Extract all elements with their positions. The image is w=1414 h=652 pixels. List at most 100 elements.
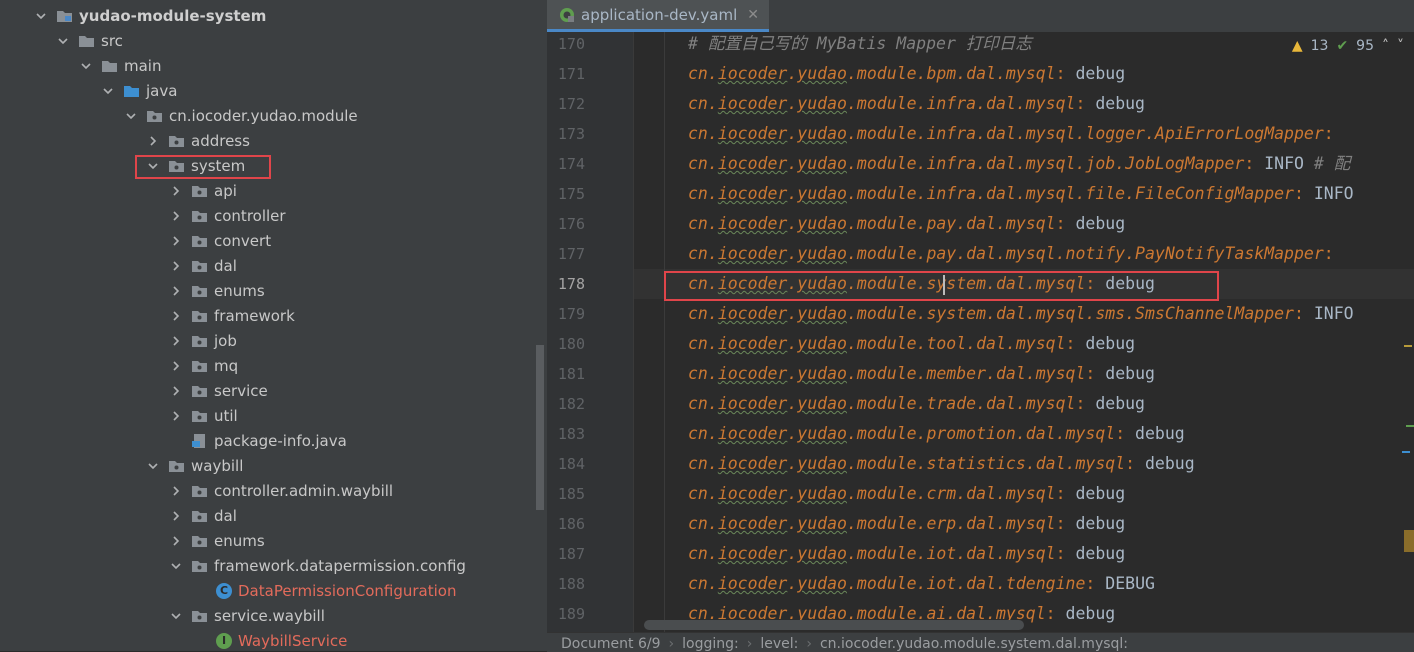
tree-node-dal[interactable]: dal bbox=[0, 253, 547, 278]
chevron-right-icon[interactable] bbox=[169, 309, 183, 323]
tree-label: framework bbox=[214, 306, 295, 325]
line-number: 173 bbox=[557, 125, 585, 143]
tree-node-service[interactable]: service bbox=[0, 378, 547, 403]
chevron-right-icon[interactable] bbox=[169, 534, 183, 548]
code-line[interactable]: cn.iocoder.yudao.module.iot.dal.tdengine… bbox=[688, 569, 1155, 599]
colon: : bbox=[1075, 394, 1086, 413]
code-line[interactable]: cn.iocoder.yudao.module.pay.dal.mysql.no… bbox=[688, 239, 1334, 269]
code-line[interactable]: cn.iocoder.yudao.module.infra.dal.mysql.… bbox=[688, 179, 1354, 209]
breadcrumb-item[interactable]: level: bbox=[760, 636, 798, 652]
tree-node-api[interactable]: api bbox=[0, 178, 547, 203]
chevron-right-icon[interactable] bbox=[169, 334, 183, 348]
tree-node-package-info[interactable]: package-info.java bbox=[0, 428, 547, 453]
tree-node-java[interactable]: java bbox=[0, 78, 547, 103]
chevron-right-icon[interactable] bbox=[169, 284, 183, 298]
chevron-down-icon[interactable] bbox=[34, 9, 48, 23]
tree-node-waybill-enums[interactable]: enums bbox=[0, 528, 547, 553]
chevron-right-icon[interactable] bbox=[169, 509, 183, 523]
tree-node-convert[interactable]: convert bbox=[0, 228, 547, 253]
code-line[interactable]: cn.iocoder.yudao.module.pay.dal.mysql: d… bbox=[688, 209, 1125, 239]
code-line[interactable]: cn.iocoder.yudao.module.bpm.dal.mysql: d… bbox=[688, 59, 1125, 89]
code-line[interactable]: # 配置自己写的 MyBatis Mapper 打印日志 bbox=[688, 29, 1032, 59]
chevron-right-icon[interactable] bbox=[169, 234, 183, 248]
chevron-right-icon[interactable] bbox=[146, 134, 160, 148]
chevron-down-icon[interactable] bbox=[56, 34, 70, 48]
tree-node-waybill-dal[interactable]: dal bbox=[0, 503, 547, 528]
tree-scrollbar[interactable] bbox=[536, 345, 544, 510]
tree-node-framework-datapermission-config[interactable]: framework.datapermission.config bbox=[0, 553, 547, 578]
package-icon bbox=[146, 109, 163, 123]
tree-node-service-waybill[interactable]: service.waybill bbox=[0, 603, 547, 628]
yaml-key: cn.iocoder.yudao.module.bpm.dal.mysql bbox=[688, 64, 1056, 83]
code-line[interactable]: cn.iocoder.yudao.module.iot.dal.mysql: d… bbox=[688, 539, 1125, 569]
tree-node-package[interactable]: cn.iocoder.yudao.module bbox=[0, 103, 547, 128]
horizontal-scrollbar[interactable] bbox=[644, 620, 1024, 630]
folder-icon bbox=[78, 34, 95, 48]
tree-node-src[interactable]: src bbox=[0, 28, 547, 53]
code-line[interactable]: cn.iocoder.yudao.module.trade.dal.mysql:… bbox=[688, 389, 1145, 419]
chevron-down-icon[interactable] bbox=[101, 84, 115, 98]
code-line[interactable]: cn.iocoder.yudao.module.erp.dal.mysql: d… bbox=[688, 509, 1125, 539]
package-icon bbox=[168, 459, 185, 473]
chevron-down-icon[interactable] bbox=[169, 559, 183, 573]
tree-node-job[interactable]: job bbox=[0, 328, 547, 353]
code-line[interactable]: cn.iocoder.yudao.module.infra.dal.mysql:… bbox=[688, 89, 1145, 119]
system-highlight-box bbox=[135, 155, 271, 179]
code-line[interactable]: cn.iocoder.yudao.module.system.dal.mysql… bbox=[688, 299, 1354, 329]
yaml-value: debug bbox=[1135, 454, 1195, 473]
chevron-up-icon[interactable]: ˄ bbox=[1382, 38, 1389, 54]
code-line[interactable]: cn.iocoder.yudao.module.member.dal.mysql… bbox=[688, 359, 1155, 389]
tree-label: WaybillService bbox=[238, 631, 348, 650]
code-line[interactable]: cn.iocoder.yudao.module.infra.dal.mysql.… bbox=[688, 149, 1350, 179]
package-icon bbox=[191, 334, 208, 348]
chevron-right-icon[interactable] bbox=[169, 384, 183, 398]
module-folder-icon bbox=[56, 9, 73, 23]
tree-node-util[interactable]: util bbox=[0, 403, 547, 428]
tree-node-waybill-service[interactable]: I WaybillService bbox=[0, 628, 547, 651]
chevron-right-icon[interactable] bbox=[169, 409, 183, 423]
tree-node-controller[interactable]: controller bbox=[0, 203, 547, 228]
chevron-right-icon[interactable] bbox=[169, 484, 183, 498]
tab-application-dev-yaml[interactable]: application-dev.yaml ✕ bbox=[547, 0, 769, 32]
breadcrumb-item[interactable]: cn.iocoder.yudao.module.system.dal.mysql… bbox=[820, 636, 1128, 652]
colon: : bbox=[1085, 364, 1096, 383]
chevron-right-icon[interactable] bbox=[169, 184, 183, 198]
line-number: 177 bbox=[557, 245, 585, 263]
chevron-right-icon[interactable] bbox=[169, 209, 183, 223]
code-line[interactable]: cn.iocoder.yudao.module.tool.dal.mysql: … bbox=[688, 329, 1135, 359]
tree-node-system[interactable]: system bbox=[0, 153, 547, 178]
chevron-down-icon[interactable] bbox=[169, 609, 183, 623]
chevron-down-icon[interactable] bbox=[124, 109, 138, 123]
tree-node-datapermission-configuration[interactable]: C DataPermissionConfiguration bbox=[0, 578, 547, 603]
comment-text: # 配 bbox=[1303, 154, 1351, 173]
chevron-right-icon[interactable] bbox=[169, 259, 183, 273]
chevron-right-icon[interactable] bbox=[169, 359, 183, 373]
tree-node-enums[interactable]: enums bbox=[0, 278, 547, 303]
scroll-marker bbox=[1404, 345, 1412, 347]
tree-node-root[interactable]: yudao-module-system bbox=[0, 3, 547, 28]
chevron-down-icon[interactable]: ˅ bbox=[1397, 38, 1404, 54]
tree-label: service bbox=[214, 381, 268, 400]
tree-node-address[interactable]: address bbox=[0, 128, 547, 153]
yaml-value: INFO bbox=[1254, 154, 1304, 173]
tree-node-waybill[interactable]: waybill bbox=[0, 453, 547, 478]
code-line[interactable]: cn.iocoder.yudao.module.crm.dal.mysql: d… bbox=[688, 479, 1125, 509]
code-line[interactable]: cn.iocoder.yudao.module.statistics.dal.m… bbox=[688, 449, 1195, 479]
colon: : bbox=[1115, 424, 1126, 443]
code-line[interactable]: cn.iocoder.yudao.module.promotion.dal.my… bbox=[688, 419, 1185, 449]
chevron-down-icon[interactable] bbox=[79, 59, 93, 73]
tree-node-mq[interactable]: mq bbox=[0, 353, 547, 378]
tree-node-controller-admin-waybill[interactable]: controller.admin.waybill bbox=[0, 478, 547, 503]
inspection-widget[interactable]: ▲ 13 ✔ 95 ˄ ˅ bbox=[1292, 38, 1404, 54]
class-icon: C bbox=[216, 582, 232, 599]
breadcrumb-item[interactable]: Document 6/9 bbox=[561, 636, 661, 652]
line-number: 179 bbox=[557, 305, 585, 323]
chevron-down-icon[interactable] bbox=[146, 459, 160, 473]
tree-node-framework[interactable]: framework bbox=[0, 303, 547, 328]
tree-node-main[interactable]: main bbox=[0, 53, 547, 78]
yaml-value: debug bbox=[1085, 394, 1145, 413]
breadcrumb-item[interactable]: logging: bbox=[682, 636, 739, 652]
code-line[interactable]: cn.iocoder.yudao.module.infra.dal.mysql.… bbox=[688, 119, 1334, 149]
close-icon[interactable]: ✕ bbox=[747, 7, 759, 23]
tree-label: DataPermissionConfiguration bbox=[238, 581, 457, 600]
